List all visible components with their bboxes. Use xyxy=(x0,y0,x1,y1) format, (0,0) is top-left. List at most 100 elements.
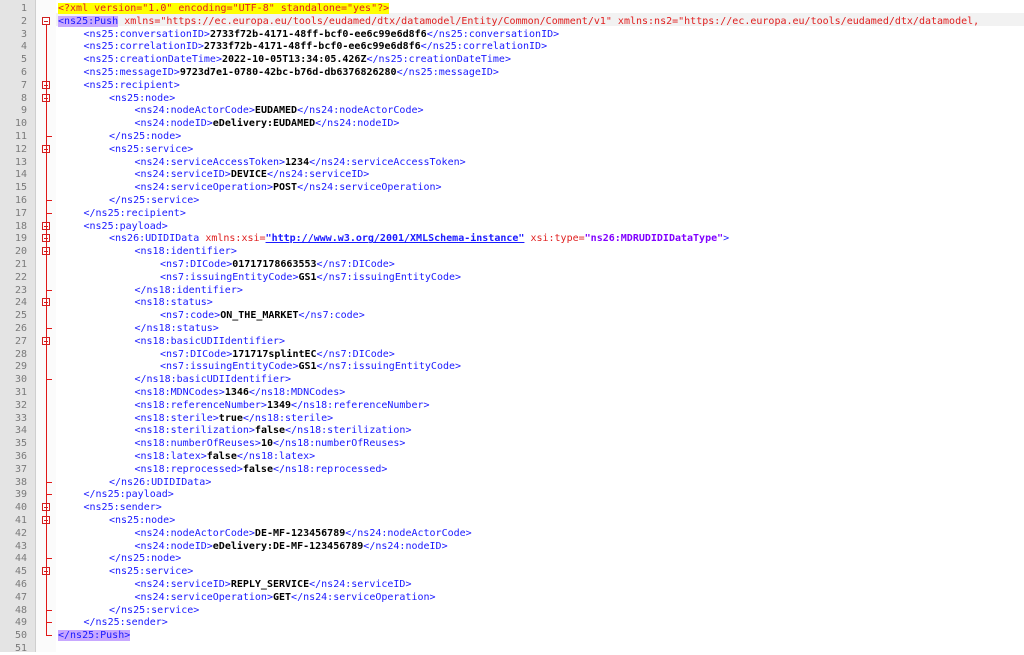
code-line[interactable]: 48 </ns25:service> xyxy=(0,604,1024,617)
code-line[interactable]: 39 </ns25:payload> xyxy=(0,488,1024,501)
code-line[interactable]: 40 <ns25:sender> xyxy=(0,501,1024,514)
code-line[interactable]: 30 </ns18:basicUDIIdentifier> xyxy=(0,373,1024,386)
line-number: 37 xyxy=(14,463,27,475)
code-line[interactable]: 23 </ns18:identifier> xyxy=(0,284,1024,297)
element-value: 1349 xyxy=(266,399,292,411)
code-line[interactable]: 32 <ns18:referenceNumber>1349</ns18:refer… xyxy=(0,399,1024,412)
open-tag: <ns18:MDNCodes> xyxy=(134,387,225,398)
code-line[interactable]: 5 <ns25:creationDateTime>2022-10-05T13:34… xyxy=(0,53,1024,66)
code-line[interactable]: 2 <ns25:Push xmlns="https://ec.europa.eu/… xyxy=(0,15,1024,28)
line-text: <ns24:nodeID>eDelivery:EUDAMED</ns24:nod… xyxy=(135,117,400,130)
line-number: 35 xyxy=(14,438,27,450)
code-line[interactable]: 1 <?xml version="1.0" encoding="UTF-8" st… xyxy=(0,2,1024,15)
line-number: 23 xyxy=(14,284,27,296)
code-line[interactable]: 25 <ns7:code>ON_THE_MARKET</ns7:code> xyxy=(0,309,1024,322)
tag: </ns18:identifier> xyxy=(134,284,243,296)
code-line[interactable]: 19 <ns26:UDIDIData xmlns:xsi="http://www.… xyxy=(0,232,1024,245)
line-number: 27 xyxy=(14,335,27,347)
element-value: false xyxy=(242,463,273,475)
code-line[interactable]: 33 <ns18:sterile>true</ns18:sterile> xyxy=(0,412,1024,425)
code-line[interactable]: 13 <ns24:serviceAccessToken>1234</ns24:se… xyxy=(0,156,1024,169)
code-line[interactable]: 7 <ns25:recipient> xyxy=(0,79,1024,92)
code-line[interactable]: 27 <ns18:basicUDIIdentifier> xyxy=(0,335,1024,348)
code-line[interactable]: 9 <ns24:nodeActorCode>EUDAMED</ns24:nodeA… xyxy=(0,104,1024,117)
code-line[interactable]: 21 <ns7:DICode>01717178663553</ns7:DICode… xyxy=(0,258,1024,271)
tag: </ns26:UDIDIData> xyxy=(109,476,212,488)
code-line[interactable]: 51 xyxy=(0,642,1024,655)
line-number: 26 xyxy=(14,323,27,334)
code-area[interactable]: 1 <?xml version="1.0" encoding="UTF-8" st… xyxy=(0,0,1024,655)
code-line[interactable]: 20 <ns18:identifier> xyxy=(0,245,1024,258)
line-number: 32 xyxy=(14,399,27,411)
open-tag: <ns24:nodeActorCode> xyxy=(134,105,255,117)
line-text: <ns7:code>ON_THE_MARKET</ns7:code> xyxy=(160,309,365,322)
code-line[interactable]: 26 </ns18:status> xyxy=(0,322,1024,335)
code-line[interactable]: 43 <ns24:nodeID>eDelivery:DE-MF-123456789… xyxy=(0,540,1024,553)
close-tag: </ns7:issuingEntityCode> xyxy=(316,361,462,373)
code-line[interactable]: 3 <ns25:conversationID>2733f72b-4171-48ff… xyxy=(0,28,1024,41)
line-number: 14 xyxy=(14,169,27,181)
open-tag: <ns18:numberOfReuses> xyxy=(134,438,261,450)
element-value: GS1 xyxy=(298,271,317,283)
close-tag: </ns24:nodeID> xyxy=(315,118,400,130)
line-number: 47 xyxy=(14,591,27,603)
line-text: <ns24:nodeActorCode>DE-MF-123456789</ns2… xyxy=(135,527,472,540)
code-line[interactable]: 29 <ns7:issuingEntityCode>GS1</ns7:issuin… xyxy=(0,360,1024,373)
code-line[interactable]: 45 <ns25:service> xyxy=(0,565,1024,578)
code-line[interactable]: 17 </ns25:recipient> xyxy=(0,207,1024,220)
code-line[interactable]: 11 </ns25:node> xyxy=(0,130,1024,143)
code-line[interactable]: 15 <ns24:serviceOperation>POST</ns24:serv… xyxy=(0,181,1024,194)
open-tag: <ns25:creationDateTime> xyxy=(83,54,222,66)
code-line[interactable]: 35 <ns18:numberOfReuses>10</ns18:numberOf… xyxy=(0,437,1024,450)
line-number: 1 xyxy=(20,3,27,14)
tag: </ns18:status> xyxy=(134,323,219,334)
line-number: 50 xyxy=(14,630,27,642)
element-value: 10 xyxy=(260,438,273,450)
code-line[interactable]: 4 <ns25:correlationID>2733f72b-4171-48ff-… xyxy=(0,40,1024,53)
code-line[interactable]: 38 </ns26:UDIDIData> xyxy=(0,476,1024,489)
code-line[interactable]: 24 <ns18:status> xyxy=(0,296,1024,309)
code-line[interactable]: 50 </ns25:Push> xyxy=(0,629,1024,642)
open-tag: <ns24:serviceOperation> xyxy=(134,182,273,194)
close-tag: </ns24:nodeActorCode> xyxy=(297,105,424,117)
code-line[interactable]: 49 </ns25:sender> xyxy=(0,616,1024,629)
line-text: </ns25:service> xyxy=(109,604,199,617)
close-tag: </ns25:correlationID> xyxy=(420,41,548,53)
code-line[interactable]: 14 <ns24:serviceID>DEVICE</ns24:serviceID… xyxy=(0,168,1024,181)
code-line[interactable]: 46 <ns24:serviceID>REPLY_SERVICE</ns24:se… xyxy=(0,578,1024,591)
code-line[interactable]: 28 <ns7:DICode>171717splintEC</ns7:DICode… xyxy=(0,348,1024,361)
code-line[interactable]: 34 <ns18:sterilization>false</ns18:steril… xyxy=(0,424,1024,437)
code-line[interactable]: 12 <ns25:service> xyxy=(0,143,1024,156)
code-line[interactable]: 18 <ns25:payload> xyxy=(0,220,1024,233)
code-line[interactable]: 6 <ns25:messageID>9723d7e1-0780-42bc-b76d… xyxy=(0,66,1024,79)
open-tag: <ns18:sterilization> xyxy=(134,425,255,437)
close-tag: </ns18:MDNCodes> xyxy=(248,387,346,398)
code-line[interactable]: 42 <ns24:nodeActorCode>DE-MF-123456789</n… xyxy=(0,527,1024,540)
code-line[interactable]: 16 </ns25:service> xyxy=(0,194,1024,207)
code-line[interactable]: 41 <ns25:node> xyxy=(0,514,1024,527)
line-number: 4 xyxy=(20,41,27,53)
line-text: <ns26:UDIDIData xmlns:xsi="http://www.w3… xyxy=(109,232,729,245)
tag: <ns25:sender> xyxy=(83,502,162,514)
code-line[interactable]: 22 <ns7:issuingEntityCode>GS1</ns7:issuin… xyxy=(0,271,1024,284)
close-tag: </ns24:nodeID> xyxy=(363,540,448,552)
line-text: <ns18:sterilization>false</ns18:steriliz… xyxy=(135,424,412,437)
xml-declaration: <?xml version="1.0" encoding="UTF-8" sta… xyxy=(58,3,390,14)
code-line[interactable]: 10 <ns24:nodeID>eDelivery:EUDAMED</ns24:n… xyxy=(0,117,1024,130)
line-text: <?xml version="1.0" encoding="UTF-8" sta… xyxy=(58,2,390,15)
fold-toggle-icon[interactable] xyxy=(42,16,50,25)
element-value: eDelivery:EUDAMED xyxy=(212,118,316,130)
tag: <ns25:recipient> xyxy=(83,79,180,91)
xml-editor[interactable]: 1 <?xml version="1.0" encoding="UTF-8" st… xyxy=(0,0,1024,655)
line-text: <ns25:recipient> xyxy=(84,79,180,92)
code-line[interactable]: 44 </ns25:node> xyxy=(0,552,1024,565)
close-tag: </ns7:DICode> xyxy=(316,348,395,360)
code-line[interactable]: 31 <ns18:MDNCodes>1346</ns18:MDNCodes> xyxy=(0,386,1024,399)
code-line[interactable]: 37 <ns18:reprocessed>false</ns18:reproces… xyxy=(0,463,1024,476)
element-value: 171717splintEC xyxy=(232,348,317,360)
close-tag: </ns18:latex> xyxy=(236,451,316,462)
code-line[interactable]: 8 <ns25:node> xyxy=(0,92,1024,105)
line-text: <ns24:serviceID>REPLY_SERVICE</ns24:serv… xyxy=(135,578,412,591)
code-line[interactable]: 47 <ns24:serviceOperation>GET</ns24:servi… xyxy=(0,591,1024,604)
code-line[interactable]: 36 <ns18:latex>false</ns18:latex> xyxy=(0,450,1024,463)
